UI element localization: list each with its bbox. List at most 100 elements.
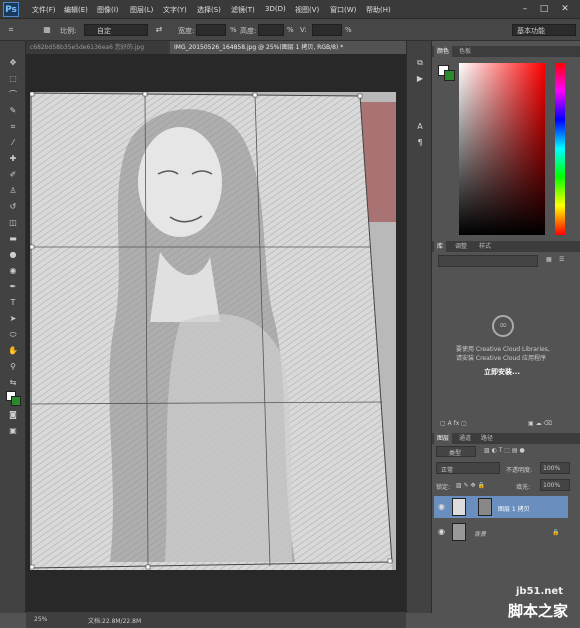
background-color-swatch[interactable] (11, 396, 21, 406)
crop-preset-icon[interactable]: ⌗ (4, 24, 18, 36)
tab-libraries[interactable]: 库 (434, 241, 447, 252)
dodge-tool-icon[interactable]: ◉ (6, 265, 20, 277)
menu-file[interactable]: 文件(F) (32, 5, 56, 15)
library-add-icons[interactable]: ▣ ☁ ⌫ (528, 420, 552, 427)
watermark-url: jb51.net (516, 586, 563, 597)
quick-select-icon[interactable]: ✎ (6, 105, 20, 117)
tab-adjustments[interactable]: 调整 (452, 241, 470, 252)
zoom-tool-icon[interactable]: ⚲ (6, 361, 20, 373)
brush-tool-icon[interactable]: ✐ (6, 169, 20, 181)
close-icon[interactable]: ✕ (558, 3, 572, 15)
quick-mask-icon[interactable]: ◙ (6, 409, 20, 421)
library-footer-icons[interactable]: ▢ A fx ▢ (440, 420, 467, 427)
install-now-link[interactable]: 立即安装... (484, 367, 520, 377)
sample-size-icon[interactable]: ▦ (40, 24, 54, 36)
document-tabs: c682bd58b35e5de6136ea6 您好的.jpg IMG_20150… (26, 41, 406, 54)
ratio-label: 比例: (60, 27, 77, 35)
actions-panel-icon[interactable]: ▶ (413, 73, 427, 85)
layer-name[interactable]: 背景 (474, 529, 486, 538)
height-label: 高度: (240, 27, 257, 35)
ratio-select[interactable]: 自定 (84, 24, 148, 36)
layer-filter-select[interactable]: 类型 (436, 446, 476, 457)
height-input[interactable] (258, 24, 284, 36)
default-colors-icon[interactable]: ⇆ (6, 377, 20, 389)
eraser-icon[interactable]: ◫ (6, 217, 20, 229)
library-message-line1: 要使用 Creative Cloud Libraries, (456, 346, 550, 353)
move-tool-icon[interactable]: ✥ (6, 57, 20, 69)
v-label: V: (300, 26, 307, 34)
menu-layer[interactable]: 图层(L) (130, 5, 153, 15)
document-size: 文档:22.8M/22.8M (88, 618, 142, 625)
screen-mode-icon[interactable]: ▣ (6, 425, 20, 437)
menu-type[interactable]: 文字(Y) (163, 5, 187, 15)
menu-select[interactable]: 选择(S) (197, 5, 221, 15)
tab-layers[interactable]: 图层 (434, 433, 453, 444)
color-panel-tabs: 颜色 色板 (432, 46, 580, 57)
minimize-icon[interactable]: – (518, 3, 532, 15)
menu-view[interactable]: 视图(V) (295, 5, 319, 15)
tab-channels[interactable]: 通道 (456, 433, 474, 444)
stamp-tool-icon[interactable]: ♙ (6, 185, 20, 197)
list-view-icon[interactable]: ☰ (559, 256, 564, 263)
visibility-eye-icon[interactable]: ◉ (438, 527, 445, 536)
layer-row[interactable]: ◉ 背景 🔒 (434, 521, 568, 543)
type-tool-icon[interactable]: T (6, 297, 20, 309)
restore-icon[interactable]: □ (537, 3, 551, 15)
swap-icon[interactable]: ⇄ (152, 24, 166, 36)
crop-tool-icon[interactable]: ⌗ (6, 121, 20, 133)
menu-filter[interactable]: 滤镜(T) (231, 5, 255, 15)
hand-tool-icon[interactable]: ✋ (6, 345, 20, 357)
grid-view-icon[interactable]: ▦ (546, 256, 552, 263)
width-input[interactable] (196, 24, 226, 36)
tools-panel: ✥ ⬚ ⌒ ✎ ⌗ ⁄ ✚ ✐ ♙ ↺ ◫ ▬ ● ◉ ✒ T ➤ ⬭ ✋ ⚲ … (0, 41, 26, 613)
opacity-label: 不透明度: (506, 467, 533, 474)
workspace-select[interactable]: 基本功能 (512, 24, 576, 36)
visibility-eye-icon[interactable]: ◉ (438, 502, 445, 511)
history-brush-icon[interactable]: ↺ (6, 201, 20, 213)
character-panel-icon[interactable]: A (413, 121, 427, 133)
marquee-tool-icon[interactable]: ⬚ (6, 73, 20, 85)
paragraph-panel-icon[interactable]: ¶ (413, 137, 427, 149)
library-select[interactable] (438, 255, 538, 267)
v-input[interactable] (312, 24, 342, 36)
shape-tool-icon[interactable]: ⬭ (6, 329, 20, 341)
menu-3d[interactable]: 3D(D) (265, 5, 286, 13)
lock-icons[interactable]: ▨ ✎ ✥ 🔒 (456, 482, 485, 489)
pen-tool-icon[interactable]: ✒ (6, 281, 20, 293)
menu-help[interactable]: 帮助(H) (366, 5, 391, 15)
blend-mode-select[interactable]: 正常 (436, 462, 500, 474)
tab-paths[interactable]: 路径 (478, 433, 496, 444)
eyedropper-icon[interactable]: ⁄ (6, 137, 20, 149)
tab-swatches[interactable]: 色板 (456, 46, 474, 57)
blur-tool-icon[interactable]: ● (6, 249, 20, 261)
photoshop-logo: Ps (3, 2, 19, 17)
healing-brush-icon[interactable]: ✚ (6, 153, 20, 165)
tab-document-2[interactable]: IMG_20150526_164858.jpg @ 25%(图层 1 拷贝, R… (170, 41, 406, 54)
tab-styles[interactable]: 样式 (476, 241, 494, 252)
creative-cloud-icon: ∞ (492, 315, 514, 337)
tab-document-1[interactable]: c682bd58b35e5de6136ea6 您好的.jpg (26, 41, 168, 54)
layer-row-selected[interactable]: ◉ 图层 1 拷贝 (434, 496, 568, 518)
layer-name[interactable]: 图层 1 拷贝 (498, 504, 530, 513)
layers-panel-tabs: 图层 通道 路径 (432, 433, 580, 444)
menu-edit[interactable]: 编辑(E) (64, 5, 88, 15)
hue-slider[interactable] (555, 63, 565, 235)
layer-thumbnail (452, 523, 466, 541)
tab-color[interactable]: 颜色 (434, 46, 453, 57)
menu-window[interactable]: 窗口(W) (330, 5, 356, 15)
background-color-swatch[interactable] (444, 70, 455, 81)
menu-image[interactable]: 图像(I) (97, 5, 119, 15)
lasso-tool-icon[interactable]: ⌒ (6, 89, 20, 101)
layer-thumbnail (452, 498, 466, 516)
history-panel-icon[interactable]: ⧉ (413, 57, 427, 69)
library-panel-tabs: 库 调整 样式 (432, 241, 580, 252)
zoom-level[interactable]: 25% (34, 616, 47, 623)
gradient-tool-icon[interactable]: ▬ (6, 233, 20, 245)
crop-grid-overlay[interactable] (30, 92, 396, 570)
path-select-icon[interactable]: ➤ (6, 313, 20, 325)
color-spectrum[interactable] (459, 63, 545, 235)
collapsed-panels: ⧉ ▶ A ¶ (406, 41, 432, 613)
opacity-input[interactable]: 100% (540, 462, 570, 474)
layer-filter-icons[interactable]: ▨ ◐ T ⬚ ▤ ● (484, 447, 525, 454)
fill-input[interactable]: 100% (540, 479, 570, 491)
